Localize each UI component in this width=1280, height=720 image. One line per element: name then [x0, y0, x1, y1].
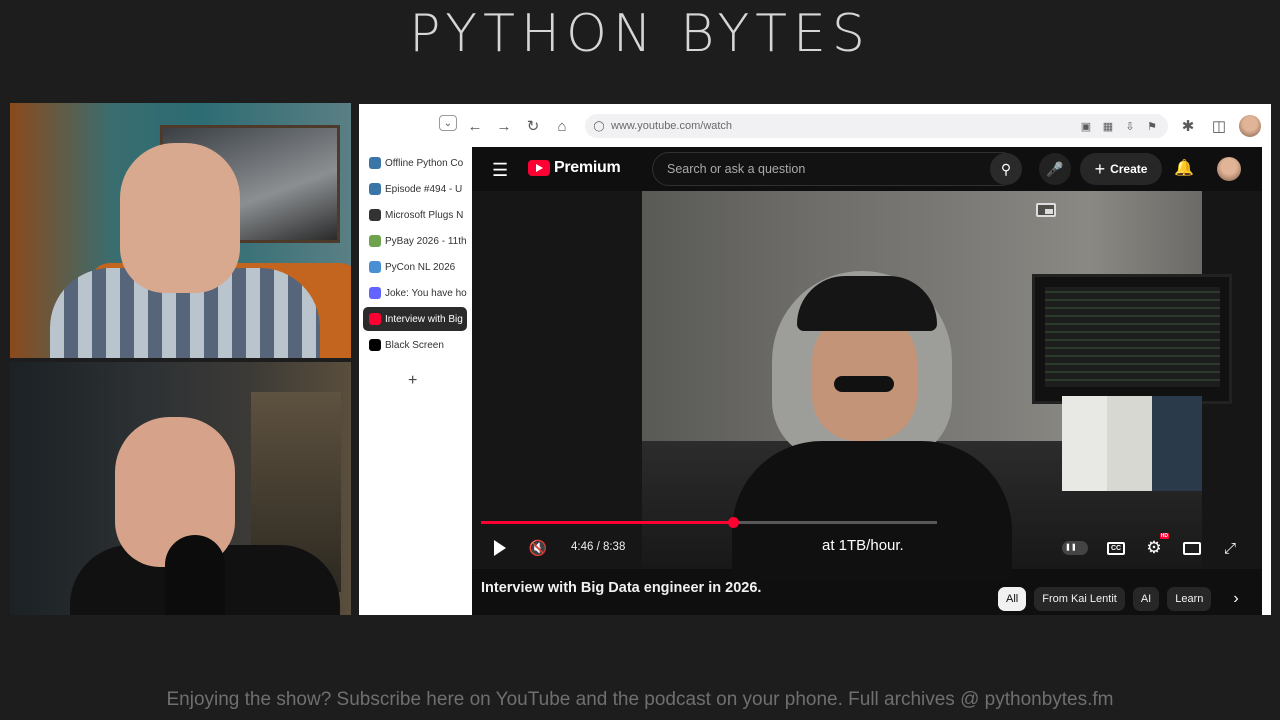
- account-avatar[interactable]: [1217, 157, 1241, 181]
- nav-group: ⌄ ← → ↻ ⌂: [439, 115, 573, 137]
- tab-item[interactable]: Offline Python Co: [363, 151, 467, 175]
- black-square-icon: [369, 339, 381, 351]
- microphone-image: [165, 535, 225, 615]
- hd-badge: HD: [1159, 533, 1169, 539]
- qr-code-icon[interactable]: ▦: [1100, 117, 1116, 135]
- fullscreen-icon[interactable]: ⤢: [1218, 536, 1242, 560]
- theater-mode-icon[interactable]: [1180, 536, 1204, 560]
- monitor-image: [1032, 274, 1232, 404]
- tab-label: Episode #494 - U: [385, 183, 463, 195]
- new-tab-button[interactable]: +: [408, 372, 417, 390]
- tab-label: PyCon NL 2026: [385, 261, 456, 273]
- youtube-premium-label: Premium: [554, 159, 621, 176]
- scrubber-handle[interactable]: [727, 517, 739, 528]
- show-title: PYTHON BYTES: [409, 4, 871, 64]
- tab-item[interactable]: Microsoft Plugs N: [363, 203, 467, 227]
- tab-label: Black Screen: [385, 339, 444, 351]
- tab-item[interactable]: PyCon NL 2026: [363, 255, 467, 279]
- address-bar[interactable]: ◯ www.youtube.com/watch ▣ ▦ ⇩ ⚑: [585, 114, 1168, 138]
- tab-label: Interview with Big: [385, 313, 463, 325]
- browser-toolbar: ⌄ ← → ↻ ⌂ ◯ www.youtube.com/watch ▣ ▦ ⇩ …: [359, 104, 1271, 148]
- toolbar-right: ✱ ◫: [1177, 115, 1261, 137]
- video-player[interactable]: 🔇 4:46 / 8:38 at 1TB/hour. CC ⚙HD ⤢: [472, 191, 1262, 581]
- youtube-logo[interactable]: Premium: [528, 159, 621, 177]
- settings-gear-icon[interactable]: ⚙ HD: [1142, 533, 1169, 560]
- progress-fill: [481, 521, 733, 524]
- pycon-icon: [369, 261, 381, 273]
- bookmark-icon[interactable]: ⚑: [1144, 117, 1160, 135]
- sidebar-toggle-icon[interactable]: ◫: [1208, 115, 1230, 137]
- microsoft-icon: [369, 209, 381, 221]
- mute-icon[interactable]: 🔇: [526, 536, 550, 560]
- plus-icon: +: [1094, 158, 1106, 179]
- host-camera-top: [10, 103, 351, 358]
- host-face-image: [120, 143, 240, 293]
- vertical-tab-list: Offline Python Co Episode #494 - U Microso…: [363, 151, 467, 359]
- tab-label: Joke: You have ho: [385, 287, 467, 299]
- search-placeholder: Search or ask a question: [667, 162, 806, 176]
- subtitle-caption: at 1TB/hour.: [822, 537, 904, 554]
- reload-icon[interactable]: ↻: [522, 115, 544, 137]
- rss-icon[interactable]: ▣: [1078, 117, 1094, 135]
- tab-label: Offline Python Co: [385, 157, 464, 169]
- create-label: Create: [1110, 162, 1148, 176]
- autoplay-toggle-icon[interactable]: [1060, 536, 1090, 560]
- address-bar-actions: ▣ ▦ ⇩ ⚑: [1078, 117, 1160, 135]
- back-icon[interactable]: ←: [464, 115, 486, 137]
- search-input[interactable]: Search or ask a question: [652, 152, 1018, 186]
- captions-icon[interactable]: CC: [1104, 536, 1128, 560]
- pybay-icon: [369, 235, 381, 247]
- tab-label: PyBay 2026 - 11th: [385, 235, 467, 247]
- chip-ai[interactable]: AI: [1132, 587, 1160, 611]
- play-icon[interactable]: [488, 536, 512, 560]
- tab-item[interactable]: PyBay 2026 - 11th: [363, 229, 467, 253]
- browser-profile-avatar[interactable]: [1239, 115, 1261, 137]
- host-camera-bottom: [10, 362, 351, 615]
- chip-all[interactable]: All: [998, 587, 1027, 611]
- video-frame: [642, 191, 1232, 581]
- python-icon: [369, 157, 381, 169]
- mastodon-icon: [369, 287, 381, 299]
- create-button[interactable]: + Create: [1080, 153, 1162, 185]
- python-icon: [369, 183, 381, 195]
- site-info-icon[interactable]: ◯: [593, 120, 605, 132]
- browser-window: ⌄ ← → ↻ ⌂ ◯ www.youtube.com/watch ▣ ▦ ⇩ …: [359, 104, 1271, 615]
- youtube-play-logo-icon: [528, 160, 550, 176]
- menu-icon[interactable]: ☰: [492, 160, 508, 181]
- progress-bar[interactable]: [481, 517, 937, 528]
- search-icon[interactable]: ⚲: [990, 153, 1022, 185]
- voice-search-icon[interactable]: 🎤: [1039, 153, 1071, 185]
- forward-icon[interactable]: →: [493, 115, 515, 137]
- footer-promo: Enjoying the show? Subscribe here on You…: [166, 689, 1114, 710]
- youtube-icon: [369, 313, 381, 325]
- youtube-masthead: ☰ Premium Search or ask a question ⚲ 🎤 +…: [472, 147, 1262, 191]
- tab-item[interactable]: Joke: You have ho: [363, 281, 467, 305]
- related-chips: All From Kai Lentit AI Learn: [998, 587, 1212, 611]
- chevron-right-icon[interactable]: ›: [1224, 587, 1248, 611]
- time-display: 4:46 / 8:38: [571, 541, 626, 553]
- tab-list-dropdown-icon[interactable]: ⌄: [439, 115, 457, 131]
- miniplayer-icon[interactable]: [1036, 203, 1056, 217]
- chip-from-kai-lentit[interactable]: From Kai Lentit: [1034, 587, 1125, 611]
- tab-item[interactable]: Black Screen: [363, 333, 467, 357]
- mustache-image: [834, 376, 894, 392]
- tab-item[interactable]: Episode #494 - U: [363, 177, 467, 201]
- tab-item[interactable]: Interview with Big: [363, 307, 467, 331]
- url-text: www.youtube.com/watch: [611, 120, 733, 132]
- chip-learn[interactable]: Learn: [1167, 587, 1212, 611]
- tab-label: Microsoft Plugs N: [385, 209, 464, 221]
- youtube-page: ☰ Premium Search or ask a question ⚲ 🎤 +…: [472, 147, 1262, 615]
- player-controls: 🔇 4:46 / 8:38 at 1TB/hour. CC ⚙HD ⤢: [472, 531, 1262, 565]
- video-title: Interview with Big Data engineer in 2026…: [481, 580, 762, 596]
- extensions-icon[interactable]: ✱: [1177, 115, 1199, 137]
- install-icon[interactable]: ⇩: [1122, 117, 1138, 135]
- books-image: [1062, 396, 1202, 491]
- home-icon[interactable]: ⌂: [551, 115, 573, 137]
- notifications-bell-icon[interactable]: 🔔: [1174, 158, 1194, 178]
- cap-image: [797, 276, 937, 331]
